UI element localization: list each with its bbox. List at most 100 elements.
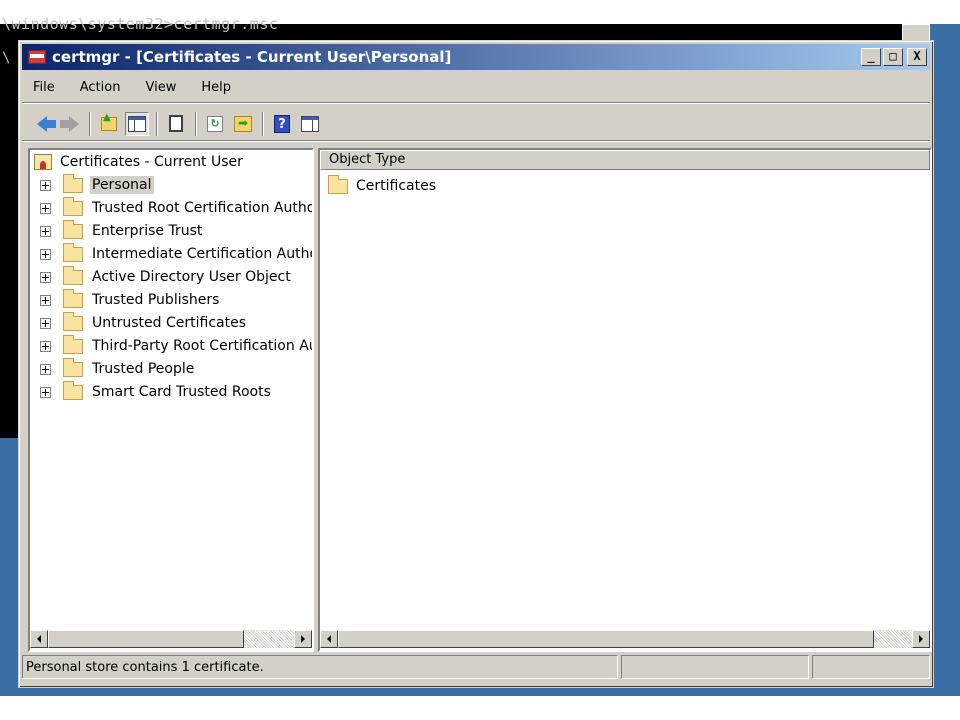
folder-icon — [63, 334, 83, 354]
tree-item-label: Trusted Root Certification Autho — [92, 200, 314, 216]
tree-item[interactable]: Untrusted Certificates — [40, 311, 248, 333]
tree-horizontal-scrollbar[interactable] — [30, 630, 312, 648]
arrow-right-icon — [919, 635, 923, 643]
folder-icon — [63, 196, 83, 216]
expand-plus-icon[interactable] — [40, 225, 51, 237]
folder-icon — [63, 380, 83, 400]
tree-item-label: Intermediate Certification Autho — [92, 246, 314, 262]
tree-item-label: Trusted Publishers — [92, 292, 220, 308]
forward-button[interactable] — [58, 112, 82, 136]
details-pane[interactable]: Object Type Certificates — [318, 148, 932, 652]
menu-action[interactable]: Action — [79, 78, 122, 97]
show-tree-icon — [128, 115, 146, 132]
properties-icon — [169, 115, 183, 132]
tree-root[interactable]: Certificates - Current User — [34, 152, 245, 172]
details-horizontal-scrollbar[interactable] — [320, 630, 930, 648]
menu-help[interactable]: Help — [200, 78, 232, 97]
menu-view[interactable]: View — [144, 78, 177, 97]
export-list-button[interactable] — [231, 112, 255, 136]
status-panel-2 — [621, 655, 809, 679]
folder-icon — [63, 357, 83, 377]
up-one-level-button[interactable] — [97, 112, 121, 136]
tree-item[interactable]: Intermediate Certification Autho — [40, 242, 314, 264]
toolbar-separator — [262, 111, 264, 136]
toolbar: ↻ ? — [22, 107, 930, 141]
status-bar: Personal store contains 1 certificate. — [22, 655, 930, 681]
console-fragment: \ — [2, 50, 11, 66]
expand-plus-icon[interactable] — [40, 248, 51, 260]
expand-plus-icon[interactable] — [40, 363, 51, 375]
back-icon — [37, 115, 56, 132]
list-item[interactable]: Certificates — [328, 174, 438, 196]
view-icon — [301, 115, 319, 132]
folder-icon — [63, 242, 83, 262]
folder-icon — [63, 311, 83, 331]
tree-item[interactable]: Trusted People — [40, 357, 196, 379]
tree-item-label: Active Directory User Object — [92, 269, 291, 285]
status-panel-3 — [812, 655, 930, 679]
folder-icon — [63, 219, 83, 239]
tree-item[interactable]: Third-Party Root Certification Au — [40, 334, 314, 356]
title-bar[interactable]: certmgr - [Certificates - Current User\P… — [22, 44, 930, 70]
tree-item-label: Third-Party Root Certification Au — [92, 338, 314, 354]
tree-scroll-left-button[interactable] — [30, 630, 48, 648]
console-command-line: \windows\system32>certmgr.msc — [2, 15, 279, 33]
tree-scroll-right-button[interactable] — [294, 630, 312, 648]
console-tree-pane[interactable]: Certificates - Current User Personal Trus… — [28, 148, 314, 652]
help-button[interactable]: ? — [270, 112, 294, 136]
tree-item[interactable]: Personal — [40, 173, 154, 195]
details-scroll-left-button[interactable] — [320, 630, 338, 648]
tree-item[interactable]: Trusted Root Certification Autho — [40, 196, 314, 218]
details-scroll-right-button[interactable] — [912, 630, 930, 648]
tree-scroll-thumb[interactable] — [48, 630, 244, 648]
tree-item-label: Smart Card Trusted Roots — [92, 384, 271, 400]
close-button[interactable]: X — [907, 48, 927, 66]
forward-icon — [60, 115, 79, 132]
back-button[interactable] — [30, 112, 56, 136]
toolbar-separator — [89, 111, 91, 136]
expand-plus-icon[interactable] — [40, 340, 51, 352]
tree-item[interactable]: Active Directory User Object — [40, 265, 293, 287]
toolbar-separator — [156, 111, 158, 136]
minimize-button[interactable]: _ — [861, 48, 881, 66]
expand-plus-icon[interactable] — [40, 202, 51, 214]
menu-file[interactable]: File — [32, 78, 56, 97]
arrow-right-icon — [301, 635, 305, 643]
toolbar-separator — [195, 111, 197, 136]
arrow-left-icon — [37, 635, 41, 643]
tree-item-label: Trusted People — [92, 361, 195, 377]
tree-item[interactable]: Enterprise Trust — [40, 219, 204, 241]
expand-plus-icon[interactable] — [40, 294, 51, 306]
menu-bar: File Action View Help — [22, 73, 930, 103]
desktop-blue-strip — [930, 24, 960, 696]
export-list-icon — [234, 115, 252, 132]
view-button[interactable] — [298, 112, 322, 136]
certificates-snapin-icon — [34, 154, 52, 170]
expand-plus-icon[interactable] — [40, 317, 51, 329]
expand-plus-icon[interactable] — [40, 271, 51, 283]
properties-button[interactable] — [164, 112, 188, 136]
show-hide-tree-button[interactable] — [125, 111, 149, 136]
refresh-button[interactable]: ↻ — [203, 112, 227, 136]
help-icon: ? — [274, 114, 290, 133]
tree-item[interactable]: Trusted Publishers — [40, 288, 221, 310]
column-header-object-type[interactable]: Object Type — [320, 150, 930, 170]
list-header: Object Type — [320, 150, 930, 170]
tree-root-label: Certificates - Current User — [60, 154, 243, 170]
folder-icon — [63, 288, 83, 308]
tree-item[interactable]: Smart Card Trusted Roots — [40, 380, 273, 402]
tree-item-label: Enterprise Trust — [92, 223, 203, 239]
folder-icon — [63, 173, 83, 193]
status-text: Personal store contains 1 certificate. — [22, 655, 618, 679]
tree-item-label: Untrusted Certificates — [92, 315, 246, 331]
details-scroll-thumb[interactable] — [338, 630, 874, 648]
expand-plus-icon[interactable] — [40, 386, 51, 398]
folder-icon — [328, 174, 348, 194]
arrow-left-icon — [327, 635, 331, 643]
up-folder-icon — [101, 112, 117, 131]
expand-plus-icon[interactable] — [40, 179, 51, 191]
certmgr-app-icon[interactable] — [26, 47, 48, 67]
maximize-button[interactable]: □ — [883, 48, 903, 66]
folder-icon — [63, 265, 83, 285]
window-title: certmgr - [Certificates - Current User\P… — [52, 48, 452, 66]
